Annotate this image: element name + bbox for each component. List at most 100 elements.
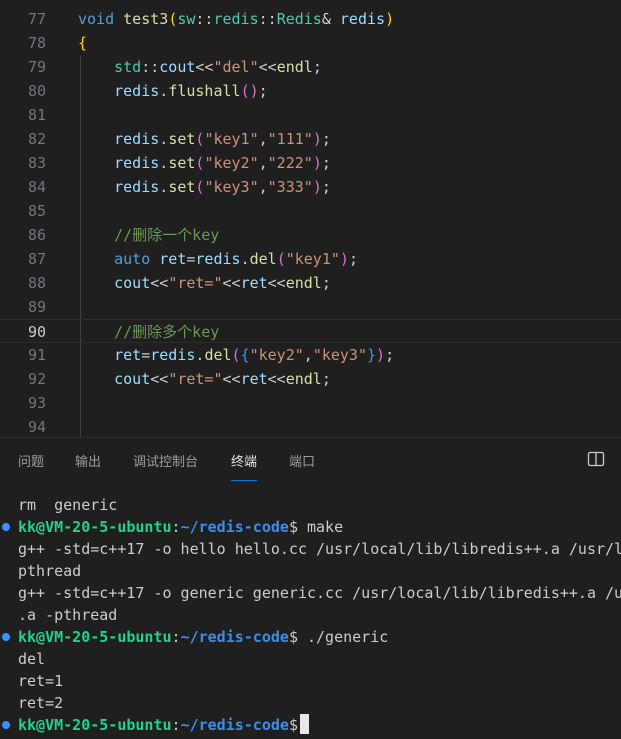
code-token: sw <box>177 10 196 28</box>
code-token: //删除多个key <box>114 323 220 341</box>
code-line[interactable]: 91 ret=redis.del({"key2","key3"}); <box>0 343 621 367</box>
tab-ports[interactable]: 端口 <box>289 451 315 481</box>
code-line[interactable]: 79 std::cout<<"del"<<endl; <box>0 55 621 79</box>
code-text: redis.flushall(); <box>78 79 268 103</box>
line-number: 91 <box>27 346 46 364</box>
code-line[interactable]: 84 redis.set("key3","333"); <box>0 175 621 199</box>
split-layout-icon[interactable] <box>587 450 605 468</box>
code-token: . <box>159 130 169 148</box>
code-text: auto ret=redis.del("key1"); <box>78 247 358 271</box>
line-number: 83 <box>27 154 46 172</box>
code-text: void test3(sw::redis::Redis& redis) <box>78 7 394 31</box>
prompt-user: kk@VM-20-5-ubuntu <box>18 518 172 536</box>
code-line[interactable]: 89 <box>0 295 621 319</box>
code-token: set <box>168 178 196 196</box>
line-number: 78 <box>27 34 46 52</box>
code-token: , <box>258 154 268 172</box>
prompt-path: ~/redis-code <box>180 628 289 646</box>
command-decoration-dot-icon[interactable] <box>2 721 10 729</box>
code-line[interactable]: 93 <box>0 391 621 415</box>
code-token: :: <box>195 10 214 28</box>
code-token: = <box>141 346 151 364</box>
code-token: redis <box>195 250 241 268</box>
code-line[interactable]: 88 cout<<"ret="<<ret<<endl; <box>0 271 621 295</box>
line-number: 92 <box>27 370 46 388</box>
code-token: ( <box>168 10 178 28</box>
code-token: & <box>321 10 331 28</box>
code-line[interactable]: 85 <box>0 199 621 223</box>
tab-terminal[interactable]: 终端 <box>231 451 258 481</box>
code-token: << <box>267 370 286 388</box>
code-token: << <box>195 58 214 76</box>
code-token: ret <box>159 250 187 268</box>
code-token: redis <box>114 178 160 196</box>
line-number: 77 <box>27 10 46 28</box>
code-line[interactable]: 94 <box>0 415 621 437</box>
code-token: endl <box>285 370 322 388</box>
code-token: set <box>168 130 196 148</box>
code-line[interactable]: 87 auto ret=redis.del("key1"); <box>0 247 621 271</box>
code-line[interactable]: 78 { <box>0 31 621 55</box>
terminal-prompt-line: kk@VM-20-5-ubuntu:~/redis-code$ ./generi… <box>18 626 388 648</box>
code-token: redis <box>114 154 160 172</box>
code-token: ) <box>312 154 322 172</box>
code-line[interactable]: 81 <box>0 103 621 127</box>
code-line[interactable]: 83 redis.set("key2","222"); <box>0 151 621 175</box>
line-number: 90 <box>27 323 46 341</box>
terminal-output-line: pthread <box>18 562 82 580</box>
code-line[interactable]: 80 redis.flushall(); <box>0 79 621 103</box>
line-number: 85 <box>27 202 46 220</box>
code-token: ; <box>385 346 395 364</box>
code-line[interactable]: 82 redis.set("key1","111"); <box>0 127 621 151</box>
terminal-output[interactable]: rm generic kk@VM-20-5-ubuntu:~/redis-code… <box>0 486 621 739</box>
code-line[interactable]: 92 cout<<"ret="<<ret<<endl; <box>0 367 621 391</box>
command-decoration-dot-icon[interactable] <box>2 633 10 641</box>
prompt-user: kk@VM-20-5-ubuntu <box>18 628 172 646</box>
terminal-prompt-line: kk@VM-20-5-ubuntu:~/redis-code$ <box>18 714 309 736</box>
code-token: Redis <box>276 10 322 28</box>
prompt-command: make <box>297 518 344 536</box>
code-line[interactable]: 77 void test3(sw::redis::Redis& redis) <box>0 7 621 31</box>
code-text: cout<<"ret="<<ret<<endl; <box>78 271 331 295</box>
code-token: "ret=" <box>168 370 223 388</box>
tab-output[interactable]: 输出 <box>75 451 101 481</box>
line-number: 94 <box>27 418 46 436</box>
terminal-output-line: .a -pthread <box>18 606 118 624</box>
code-token: ; <box>321 370 331 388</box>
line-number: 82 <box>27 130 46 148</box>
code-token: auto <box>114 250 151 268</box>
code-token: , <box>258 130 268 148</box>
code-token: "key1" <box>204 130 259 148</box>
code-token: ret <box>240 274 268 292</box>
code-line[interactable]: 86 //删除一个key <box>0 223 621 247</box>
line-number: 87 <box>27 250 46 268</box>
code-token: cout <box>159 58 196 76</box>
prompt-symbol: $ <box>288 628 298 646</box>
code-token: { <box>240 346 250 364</box>
terminal-prompt-line: kk@VM-20-5-ubuntu:~/redis-code$ make <box>18 516 343 538</box>
code-token: , <box>303 346 313 364</box>
code-token: "111" <box>267 130 313 148</box>
tab-debug-console[interactable]: 调试控制台 <box>133 451 198 481</box>
code-editor[interactable]: 77 void test3(sw::redis::Redis& redis) 78{… <box>0 0 621 437</box>
code-text: cout<<"ret="<<ret<<endl; <box>78 367 331 391</box>
line-number: 80 <box>27 82 46 100</box>
prompt-user: kk@VM-20-5-ubuntu <box>18 716 172 734</box>
code-token: ; <box>321 178 331 196</box>
code-token: :: <box>141 58 160 76</box>
terminal-cursor <box>299 714 309 734</box>
code-token: << <box>150 370 169 388</box>
code-token: redis <box>114 82 160 100</box>
code-token: "key3" <box>204 178 259 196</box>
code-token: ) <box>312 130 322 148</box>
terminal-output-line: ret=1 <box>18 672 64 690</box>
code-token: << <box>258 58 277 76</box>
line-number: 86 <box>27 226 46 244</box>
tab-problems[interactable]: 问题 <box>18 451 44 481</box>
code-token: . <box>159 154 169 172</box>
code-line[interactable]: 90 //删除多个key <box>0 319 621 343</box>
command-decoration-dot-icon[interactable] <box>2 523 10 531</box>
